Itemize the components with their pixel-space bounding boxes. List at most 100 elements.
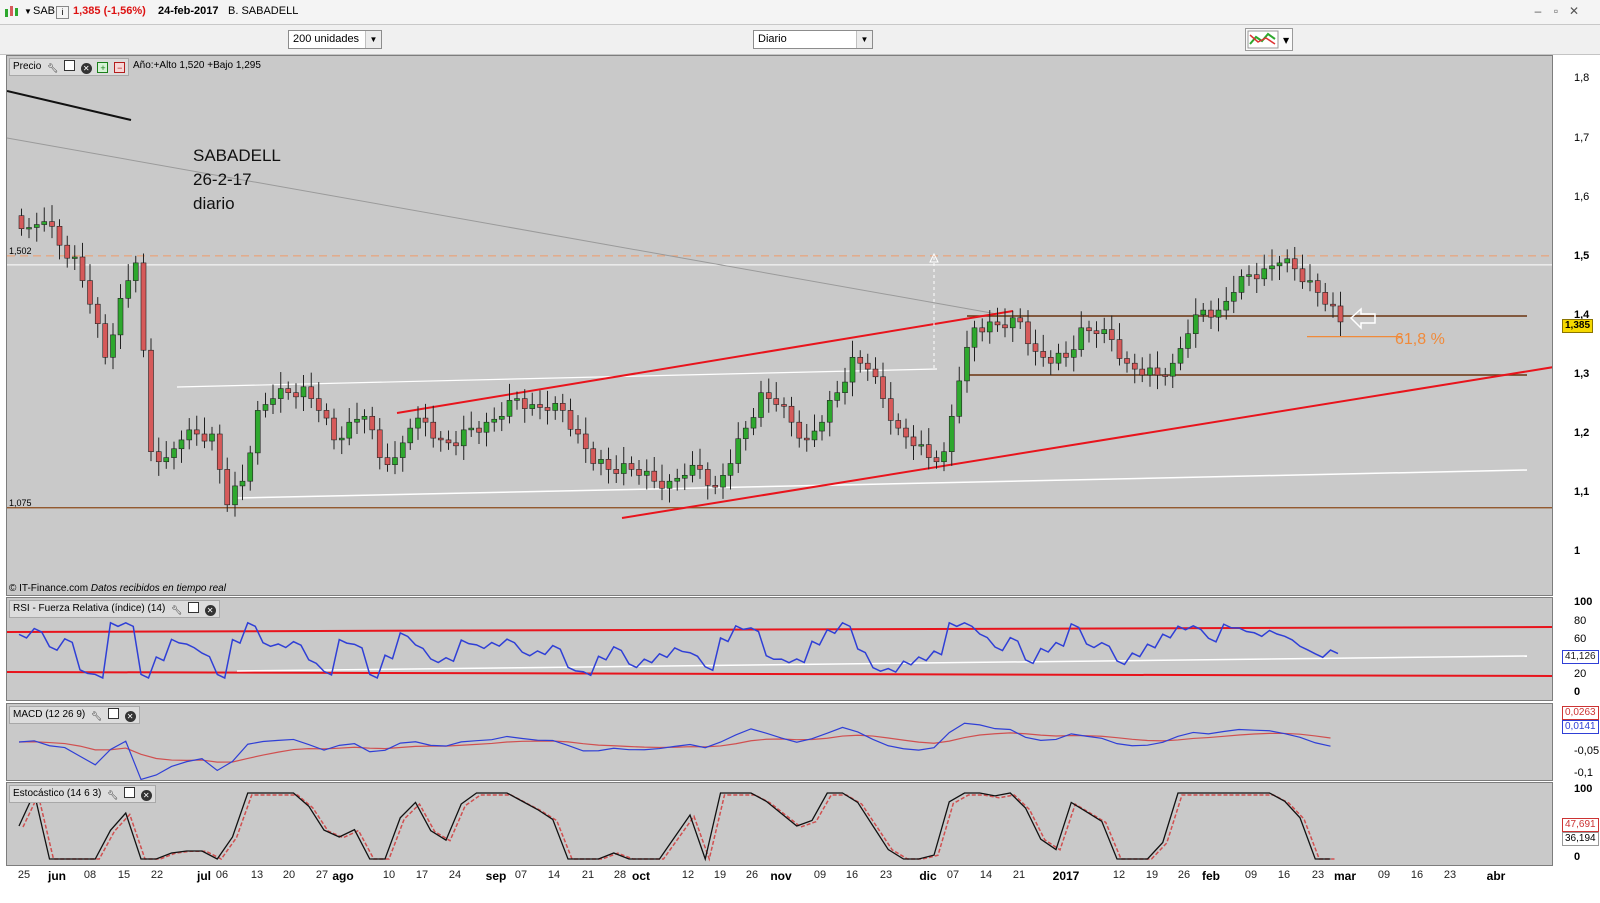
wrench-icon[interactable]: 🔧︎ bbox=[47, 63, 58, 74]
macd-header-label: MACD (12 26 9) bbox=[13, 709, 86, 720]
candle-body bbox=[1124, 358, 1130, 364]
candle-body bbox=[803, 437, 810, 441]
realtime-note: Datos recibidos en tiempo real bbox=[90, 583, 226, 594]
candle-body bbox=[1116, 339, 1123, 359]
candle-body bbox=[918, 444, 925, 447]
candle-body bbox=[1032, 343, 1039, 352]
x-tick-label: 15 bbox=[117, 869, 131, 881]
candle-body bbox=[979, 327, 986, 333]
candle-body bbox=[186, 429, 193, 441]
close-icon[interactable]: ✕ bbox=[80, 63, 92, 74]
restore-icon[interactable]: ▫ bbox=[1548, 3, 1564, 19]
candle-body bbox=[1299, 268, 1306, 283]
candle-body bbox=[1101, 329, 1108, 335]
candle-body bbox=[224, 469, 231, 506]
stochastic-panel[interactable]: Estocástico (14 6 3) 🔧︎ ✕ bbox=[6, 782, 1553, 866]
x-tick-label: 09 bbox=[1244, 869, 1258, 881]
window-icon[interactable] bbox=[63, 60, 75, 71]
price-panel[interactable]: Precio 🔧︎ ✕ + − Año:+Alto 1,520 +Bajo 1,… bbox=[6, 55, 1553, 596]
chevron-down-icon: ▼ bbox=[365, 31, 381, 48]
rsi-panel[interactable]: RSI - Fuerza Relativa (índice) (14) 🔧︎ ✕ bbox=[6, 597, 1553, 701]
candle-body bbox=[796, 421, 803, 439]
x-tick-label: 23 bbox=[1311, 869, 1325, 881]
y-tick: 1,1 bbox=[1574, 486, 1590, 498]
price-change: 1,385 (-1,56%) bbox=[73, 5, 146, 17]
close-icon[interactable]: ✕ bbox=[204, 605, 216, 616]
wrench-icon[interactable]: 🔧︎ bbox=[107, 790, 118, 801]
price-header-label: Precio bbox=[13, 61, 42, 72]
candle-body bbox=[171, 448, 177, 458]
x-tick-label: 26 bbox=[1177, 869, 1191, 881]
note-date: 26-2-17 bbox=[193, 170, 252, 189]
wrench-icon[interactable]: 🔧︎ bbox=[91, 711, 102, 722]
candle-body bbox=[941, 451, 947, 463]
wrench-icon[interactable]: 🔧︎ bbox=[171, 605, 182, 616]
candle-body bbox=[620, 463, 627, 474]
window-icon[interactable] bbox=[107, 708, 119, 719]
note-title: SABADELL bbox=[193, 146, 281, 165]
candle-body bbox=[1078, 327, 1085, 350]
candle-body bbox=[819, 421, 825, 432]
candle-body bbox=[1063, 352, 1069, 358]
stoch-d-line bbox=[22, 792, 1335, 862]
close-icon[interactable]: ✕ bbox=[140, 790, 152, 801]
x-axis: 25 jun 08 15 22 jul 06 13 20 27 ago 10 17 24 sep 07 14 21… bbox=[0, 866, 1600, 903]
candle-body bbox=[1230, 292, 1237, 302]
candle-body bbox=[765, 392, 772, 399]
candle-body bbox=[338, 437, 345, 441]
window-icon[interactable] bbox=[187, 602, 199, 613]
candle-body bbox=[811, 430, 818, 441]
macd-line bbox=[18, 722, 1331, 780]
candle-body bbox=[1177, 348, 1184, 364]
candle-body bbox=[964, 346, 970, 382]
close-icon[interactable]: ✕ bbox=[124, 711, 136, 722]
candle-body bbox=[392, 457, 398, 465]
candle-body bbox=[666, 480, 673, 489]
candle-body bbox=[453, 442, 459, 447]
candle-body bbox=[590, 448, 597, 464]
x-tick-label: feb bbox=[1202, 869, 1220, 883]
chevron-down-icon[interactable]: ▼ bbox=[24, 7, 32, 16]
candle-body bbox=[1040, 351, 1047, 358]
macd-panel[interactable]: MACD (12 26 9) 🔧︎ ✕ bbox=[6, 703, 1553, 781]
chart-type-icon[interactable] bbox=[4, 5, 22, 22]
candle-body bbox=[193, 429, 200, 435]
candle-body bbox=[781, 404, 787, 407]
x-tick-label: 07 bbox=[514, 869, 528, 881]
x-tick-label: 23 bbox=[1443, 869, 1457, 881]
candle-body bbox=[773, 398, 780, 405]
candle-body bbox=[727, 463, 734, 476]
candle-body bbox=[468, 427, 475, 431]
candle-body bbox=[1002, 324, 1008, 329]
candle-body bbox=[1215, 309, 1222, 318]
candle-body bbox=[994, 321, 1001, 326]
lower-channel-red bbox=[621, 366, 1552, 519]
candle-body bbox=[872, 368, 879, 378]
add-indicator-icon[interactable]: + bbox=[97, 62, 109, 73]
candle-body bbox=[704, 469, 711, 486]
units-select[interactable]: 200 unidades ▼ bbox=[288, 30, 382, 49]
indicator-button[interactable]: ▼ bbox=[1245, 28, 1293, 51]
period-select[interactable]: Diario ▼ bbox=[753, 30, 873, 49]
candle-body bbox=[628, 463, 635, 470]
info-icon[interactable]: i bbox=[56, 6, 69, 19]
y-tick: 1,8 bbox=[1574, 72, 1590, 84]
x-tick-label: nov bbox=[770, 869, 792, 883]
x-tick-label: 28 bbox=[613, 869, 627, 881]
candle-body bbox=[521, 398, 528, 409]
candle-body bbox=[887, 398, 894, 421]
arrow-left-icon bbox=[1349, 307, 1376, 330]
candle-body bbox=[1238, 276, 1245, 293]
candle-body bbox=[1284, 258, 1291, 264]
candle-body bbox=[49, 221, 55, 227]
candle-body bbox=[293, 392, 299, 398]
candle-body bbox=[567, 410, 574, 430]
minimize-icon[interactable]: – bbox=[1530, 3, 1546, 19]
remove-indicator-icon[interactable]: − bbox=[114, 62, 126, 73]
candle-body bbox=[1253, 274, 1260, 280]
window-icon[interactable] bbox=[123, 787, 135, 798]
x-tick-label: 19 bbox=[1145, 869, 1159, 881]
long-trend-line bbox=[7, 137, 998, 315]
close-icon[interactable]: ✕ bbox=[1566, 3, 1582, 19]
macd-y-axis: 0,0263 0,0141 -0,05 -0,1 bbox=[1554, 703, 1600, 781]
